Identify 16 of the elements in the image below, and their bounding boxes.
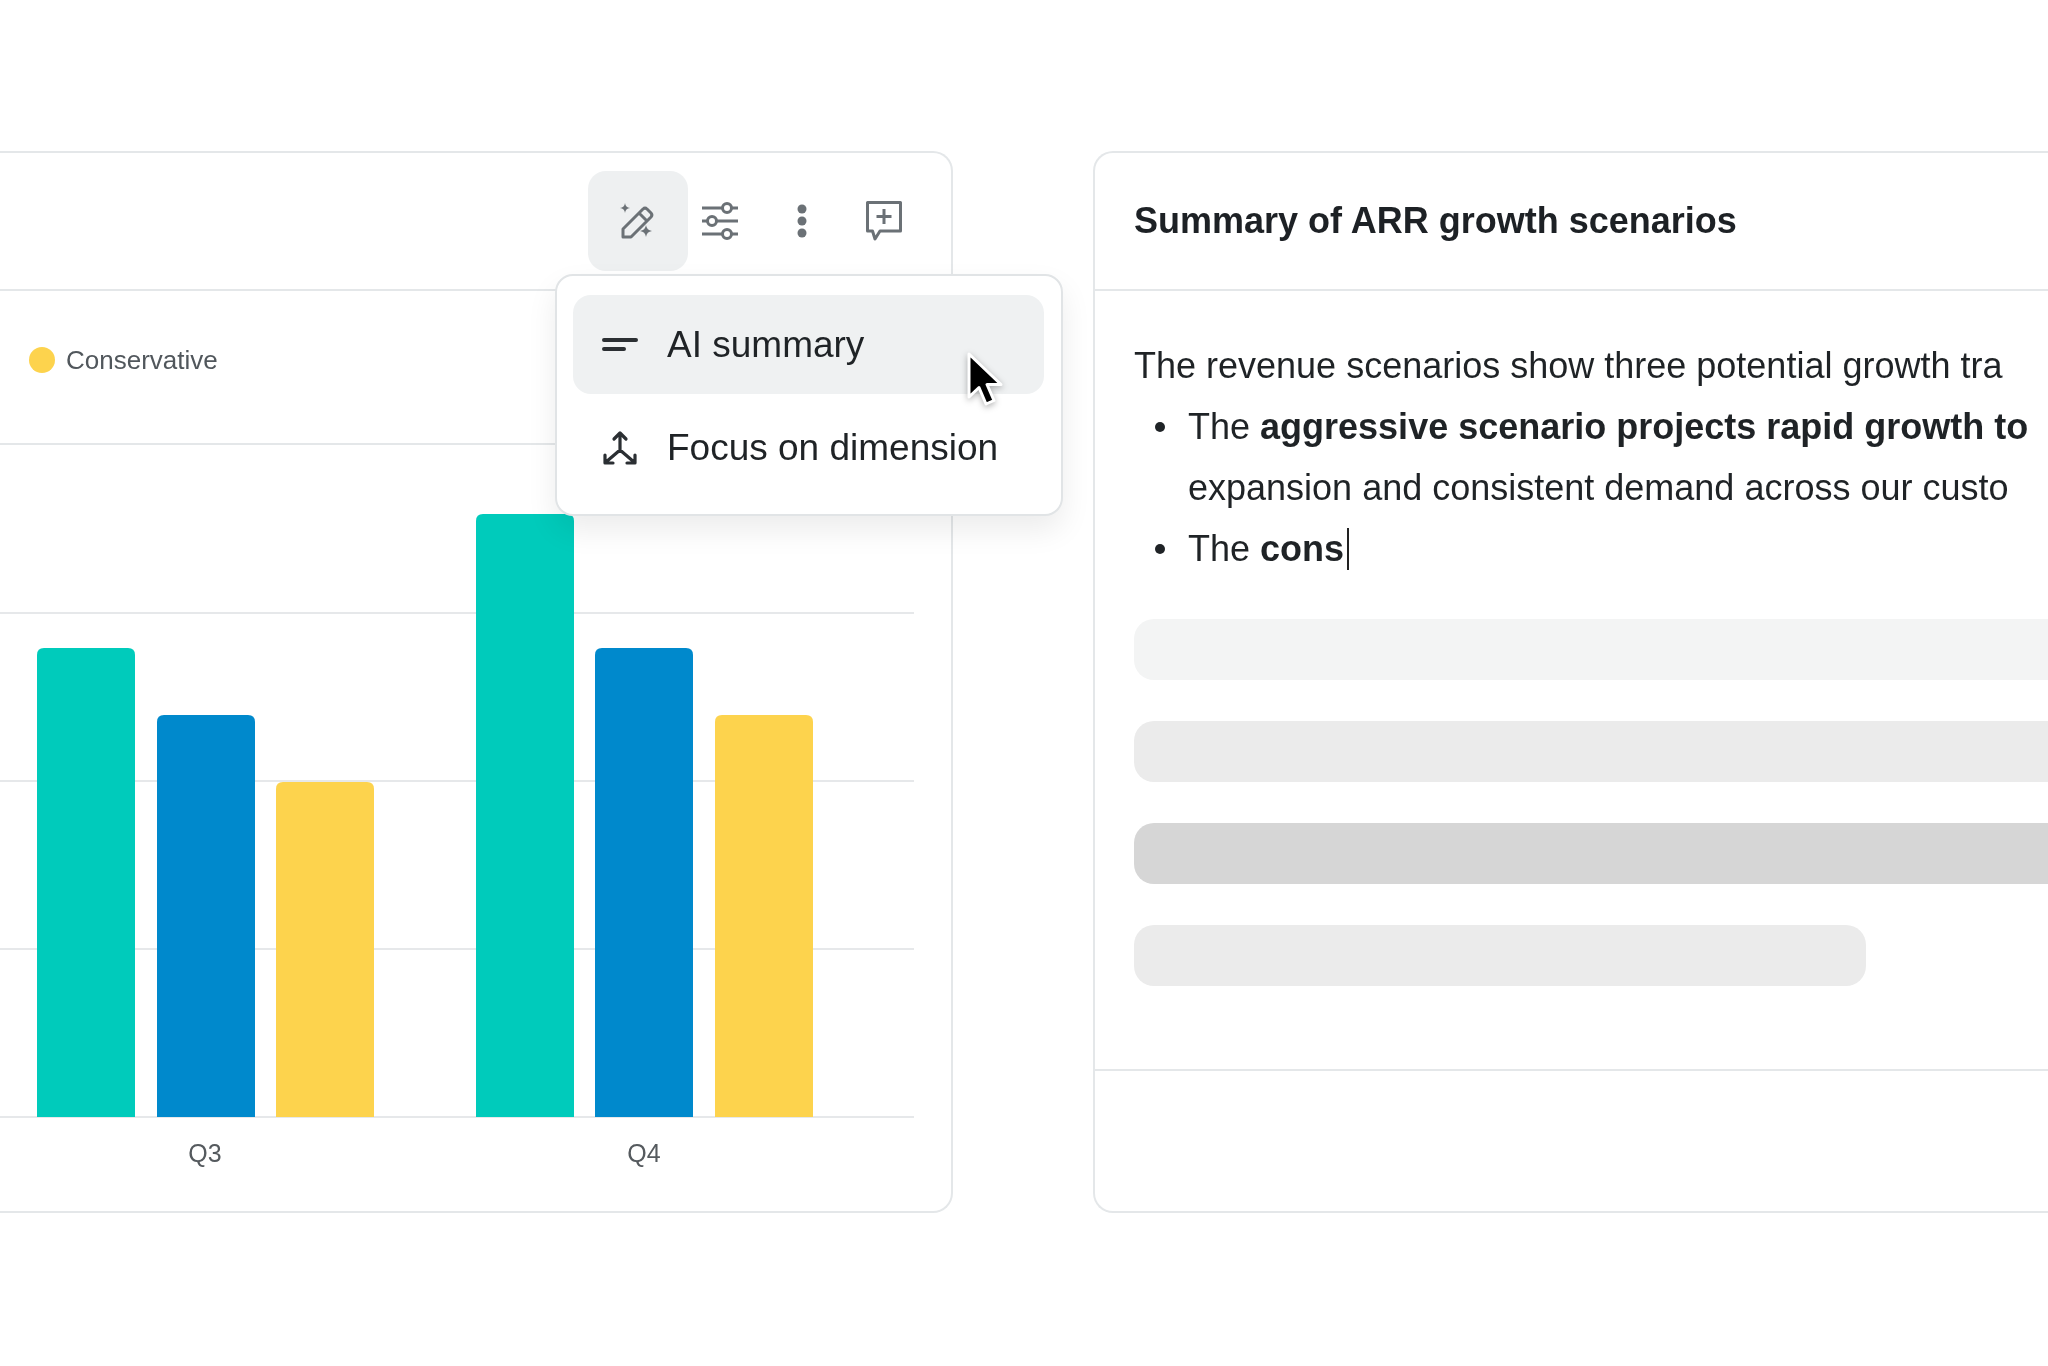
menu-item[interactable]: Focus on dimension bbox=[573, 398, 1044, 497]
speech-bubble-plus-icon bbox=[865, 200, 903, 242]
summary-text: The revenue scenarios show three potential growth tra bbox=[1134, 344, 2004, 388]
legend-label: Conservative bbox=[66, 345, 218, 375]
axis-label: Q4 bbox=[627, 1139, 661, 1167]
panel-title: Summary of ARR growth scenarios bbox=[1134, 200, 1737, 242]
list-item-text: The cons bbox=[1188, 527, 1345, 571]
magic-edit-button[interactable] bbox=[588, 171, 688, 271]
sliders-icon bbox=[701, 202, 739, 240]
bullet-icon bbox=[1155, 422, 1165, 432]
kebab-menu-icon bbox=[797, 204, 807, 238]
menu-item[interactable]: AI summary bbox=[573, 295, 1044, 394]
axis-label: Q3 bbox=[188, 1139, 222, 1167]
three-arrows-icon bbox=[602, 429, 638, 466]
text-lines-icon bbox=[602, 338, 638, 351]
bullet-icon bbox=[1155, 544, 1165, 554]
